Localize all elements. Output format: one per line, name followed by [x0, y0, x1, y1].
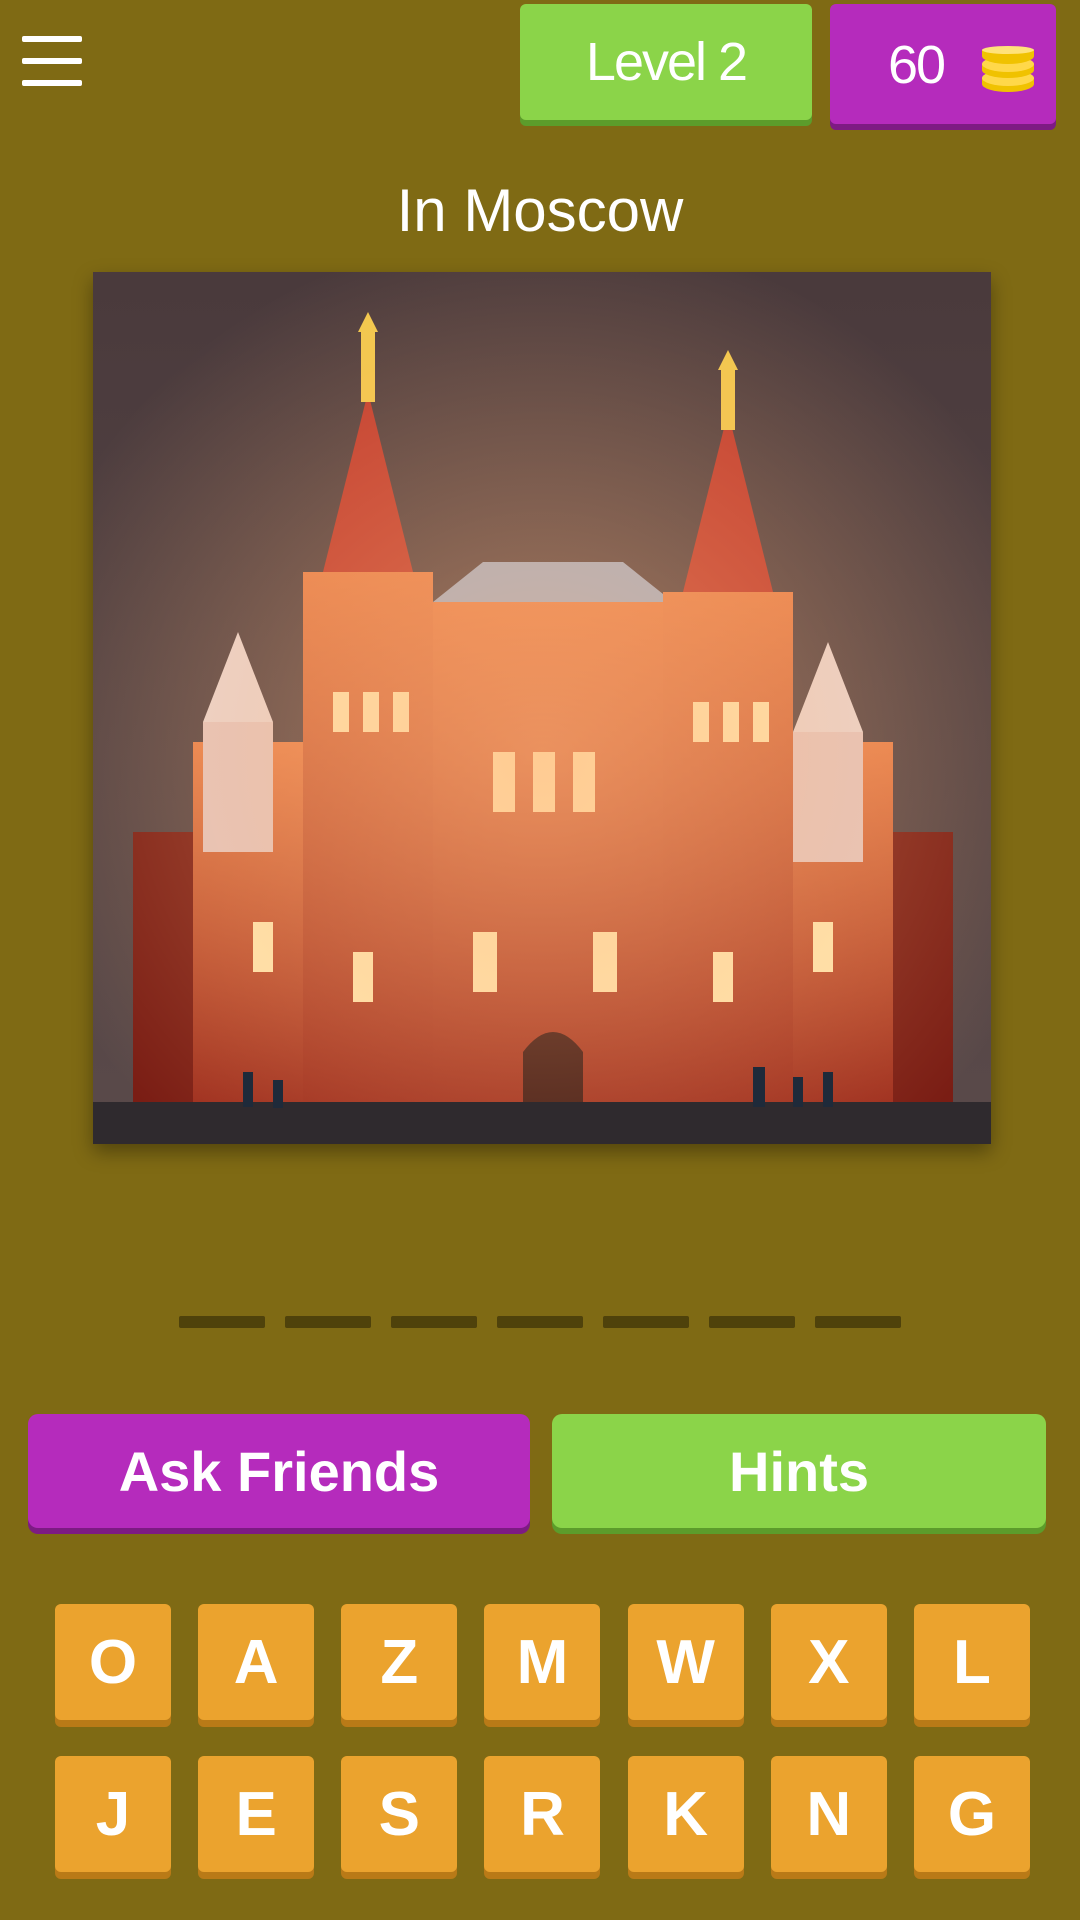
ask-friends-button[interactable]: Ask Friends — [28, 1414, 530, 1528]
answer-slot[interactable] — [285, 1316, 371, 1328]
coins-badge[interactable]: 60 — [830, 4, 1056, 124]
hints-button[interactable]: Hints — [552, 1414, 1046, 1528]
letter-key[interactable]: G — [913, 1756, 1030, 1872]
answer-slots — [0, 1316, 1080, 1328]
letter-key[interactable]: X — [770, 1604, 887, 1720]
hamburger-menu-icon[interactable] — [22, 36, 82, 88]
letter-key[interactable]: A — [198, 1604, 315, 1720]
letter-key[interactable]: Z — [341, 1604, 458, 1720]
letter-key[interactable]: W — [627, 1604, 744, 1720]
answer-slot[interactable] — [815, 1316, 901, 1328]
puzzle-photo — [93, 272, 991, 1144]
letter-key[interactable]: E — [198, 1756, 315, 1872]
letter-key[interactable]: M — [484, 1604, 601, 1720]
coins-count: 60 — [888, 35, 946, 95]
letter-key[interactable]: S — [341, 1756, 458, 1872]
question-text: In Moscow — [396, 177, 684, 244]
letter-key[interactable]: L — [913, 1604, 1030, 1720]
answer-slot[interactable] — [497, 1316, 583, 1328]
letter-keyboard-row-2: J E S R K N G — [55, 1756, 1030, 1872]
answer-slot[interactable] — [391, 1316, 477, 1328]
letter-keyboard-row-1: O A Z M W X L — [55, 1604, 1030, 1720]
letter-key[interactable]: K — [627, 1756, 744, 1872]
letter-key[interactable]: R — [484, 1756, 601, 1872]
answer-slot[interactable] — [179, 1316, 265, 1328]
answer-slot[interactable] — [603, 1316, 689, 1328]
answer-slot[interactable] — [709, 1316, 795, 1328]
letter-key[interactable]: N — [770, 1756, 887, 1872]
letter-key[interactable]: O — [55, 1604, 171, 1720]
coin-stack-icon — [982, 46, 1034, 92]
level-badge: Level 2 — [520, 4, 812, 120]
letter-key[interactable]: J — [55, 1756, 171, 1872]
